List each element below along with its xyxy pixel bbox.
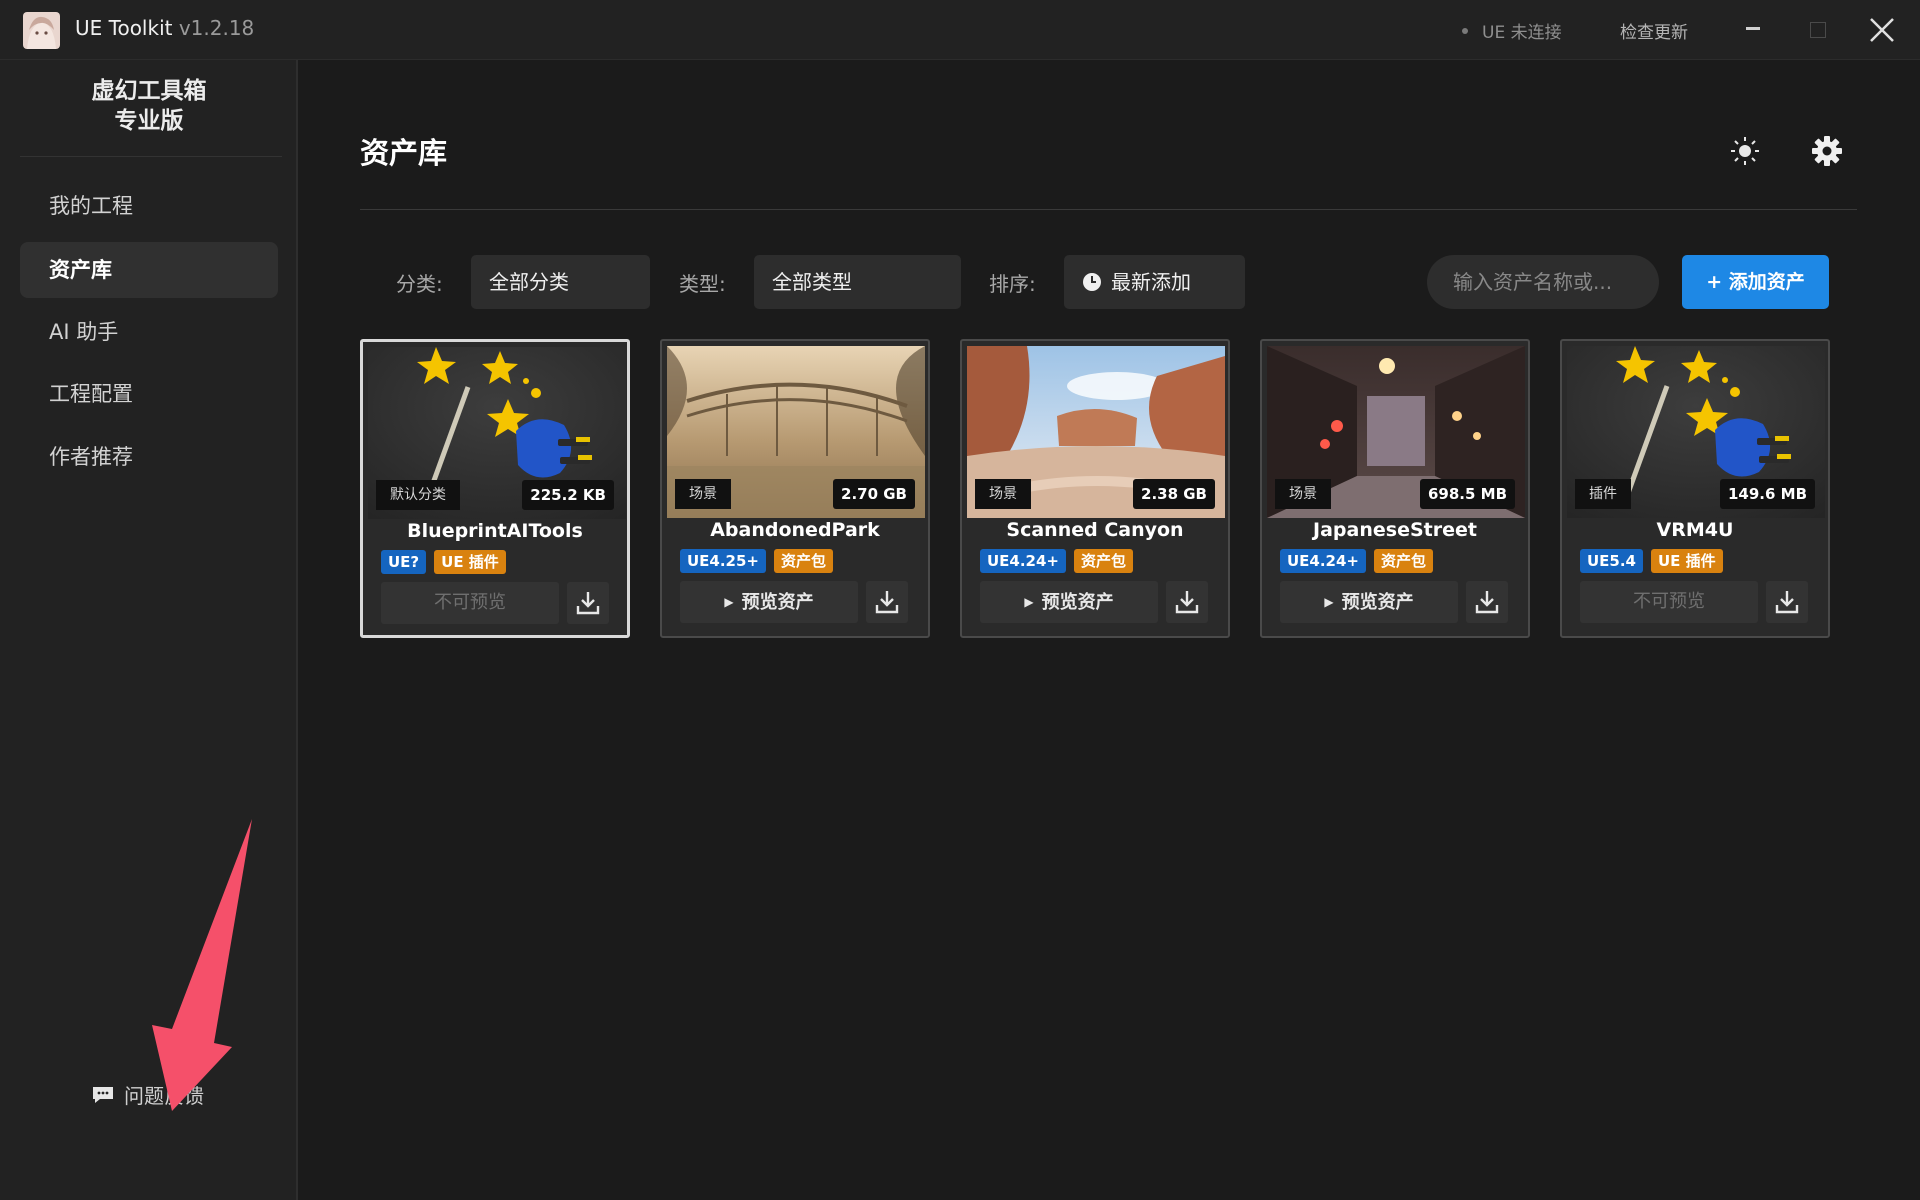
sidebar-item-ai-assistant[interactable]: AI 助手	[20, 304, 278, 360]
version-tag: UE4.24+	[1280, 549, 1367, 573]
sort-label: 排序:	[989, 272, 1036, 296]
download-button[interactable]	[866, 581, 908, 623]
download-icon	[1775, 591, 1799, 614]
tag-row: UE5.4 UE 插件	[1580, 549, 1723, 573]
tag-row: UE4.24+ 资产包	[1280, 549, 1434, 573]
asset-card[interactable]: 场景 2.70 GB AbandonedPark UE4.25+ 资产包 ▶ 预览…	[660, 339, 930, 638]
size-badge: 149.6 MB	[1719, 479, 1815, 509]
brand-divider	[20, 156, 282, 157]
annotation-arrow	[152, 819, 252, 1111]
maximize-icon[interactable]	[1810, 22, 1826, 38]
close-icon[interactable]	[1866, 14, 1898, 46]
download-icon	[875, 591, 899, 614]
sidebar-item-asset-library[interactable]: 资产库	[20, 242, 278, 298]
asset-card[interactable]: 默认分类 225.2 KB BlueprintAITools UE? UE 插件…	[360, 339, 630, 638]
tag-row: UE? UE 插件	[381, 550, 506, 574]
title-bar: UE Toolkit v1.2.18 UE 未连接 检查更新	[0, 0, 1920, 60]
asset-name: AbandonedPark	[710, 519, 880, 541]
tag-row: UE4.25+ 资产包	[680, 549, 834, 573]
app-avatar-icon	[23, 12, 60, 49]
minimize-icon[interactable]	[1746, 27, 1760, 30]
download-icon	[1175, 591, 1199, 614]
download-button[interactable]	[1166, 581, 1208, 623]
chat-bubble-icon	[93, 1086, 113, 1103]
asset-card[interactable]: 场景 2.38 GB Scanned Canyon UE4.24+ 资产包 ▶ 预…	[960, 339, 1230, 638]
category-badge: 场景	[975, 479, 1031, 509]
sidebar-item-project-config[interactable]: 工程配置	[20, 366, 278, 422]
brand-title: 虚幻工具箱 专业版	[0, 76, 298, 136]
brand-line-1: 虚幻工具箱	[91, 78, 207, 104]
category-badge: 场景	[675, 479, 731, 509]
type-tag: UE 插件	[434, 550, 506, 574]
add-asset-button[interactable]: + 添加资产	[1682, 255, 1829, 309]
status-dot-icon	[1462, 27, 1468, 34]
play-icon: ▶	[724, 595, 734, 609]
page-title: 资产库	[360, 136, 448, 170]
asset-name: VRM4U	[1656, 519, 1734, 541]
app-version: v1.2.18	[178, 16, 255, 40]
preview-button[interactable]: ▶ 预览资产	[980, 581, 1158, 623]
type-tag: 资产包	[774, 549, 834, 573]
header-divider	[360, 209, 1857, 210]
category-badge: 场景	[1275, 479, 1331, 509]
type-tag: 资产包	[1074, 549, 1134, 573]
asset-name: JapaneseStreet	[1313, 519, 1477, 541]
version-tag: UE?	[381, 550, 427, 574]
preview-button[interactable]: 不可预览	[1580, 581, 1758, 623]
version-tag: UE4.24+	[980, 549, 1067, 573]
ue-connection-status: UE 未连接	[1462, 18, 1562, 43]
type-select[interactable]: 全部类型	[754, 255, 961, 309]
asset-name: BlueprintAITools	[407, 520, 583, 542]
download-button[interactable]	[1766, 581, 1808, 623]
sort-select[interactable]: 最新添加	[1064, 255, 1245, 309]
app-title: UE Toolkit v1.2.18	[75, 16, 254, 40]
size-badge: 2.38 GB	[1133, 479, 1215, 509]
tag-row: UE4.24+ 资产包	[980, 549, 1134, 573]
size-badge: 2.70 GB	[833, 479, 915, 509]
version-tag: UE5.4	[1580, 549, 1643, 573]
category-select[interactable]: 全部分类	[471, 255, 650, 309]
sidebar-item-my-projects[interactable]: 我的工程	[20, 178, 278, 234]
download-icon	[576, 592, 600, 615]
type-tag: 资产包	[1374, 549, 1434, 573]
sort-value: 最新添加	[1111, 270, 1191, 294]
check-update-button[interactable]: 检查更新	[1620, 18, 1688, 43]
type-filter-label: 类型:	[679, 272, 726, 296]
app-name: UE Toolkit	[75, 16, 173, 40]
asset-name: Scanned Canyon	[1006, 519, 1184, 541]
sun-icon[interactable]	[1730, 136, 1760, 166]
download-button[interactable]	[1466, 581, 1508, 623]
clock-icon	[1083, 273, 1101, 291]
asset-card[interactable]: 插件 149.6 MB VRM4U UE5.4 UE 插件 不可预览	[1560, 339, 1830, 638]
category-badge: 插件	[1575, 479, 1631, 509]
asset-card[interactable]: 场景 698.5 MB JapaneseStreet UE4.24+ 资产包 ▶…	[1260, 339, 1530, 638]
gear-icon[interactable]	[1811, 135, 1843, 167]
ue-status-text: UE 未连接	[1482, 23, 1562, 43]
play-icon: ▶	[1024, 595, 1034, 609]
preview-label: 预览资产	[1041, 592, 1114, 613]
preview-label: 预览资产	[1341, 592, 1414, 613]
sidebar-item-author-picks[interactable]: 作者推荐	[20, 429, 278, 485]
version-tag: UE4.25+	[680, 549, 767, 573]
download-button[interactable]	[567, 582, 609, 624]
type-tag: UE 插件	[1651, 549, 1723, 573]
category-filter-label: 分类:	[396, 272, 443, 296]
category-badge: 默认分类	[376, 480, 460, 510]
play-icon: ▶	[1324, 595, 1334, 609]
search-input[interactable]	[1427, 255, 1659, 309]
size-badge: 225.2 KB	[522, 480, 614, 510]
download-icon	[1475, 591, 1499, 614]
preview-button[interactable]: ▶ 预览资产	[680, 581, 858, 623]
preview-button[interactable]: 不可预览	[381, 582, 559, 624]
preview-label: 预览资产	[741, 592, 814, 613]
preview-button[interactable]: ▶ 预览资产	[1280, 581, 1458, 623]
brand-line-2: 专业版	[114, 108, 184, 134]
size-badge: 698.5 MB	[1419, 479, 1515, 509]
